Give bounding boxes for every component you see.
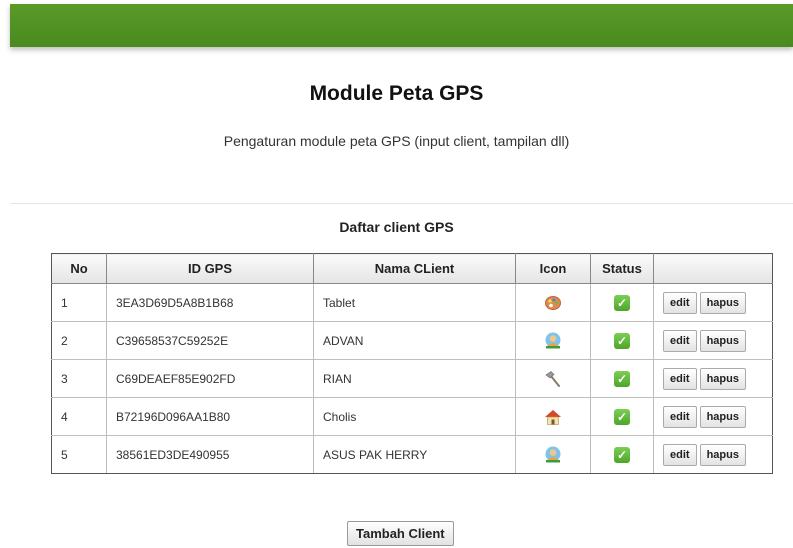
table-caption: Daftar client GPS — [339, 219, 454, 235]
delete-button[interactable]: hapus — [699, 291, 746, 314]
column-header-client-name: Nama CLient — [313, 253, 516, 284]
row-client-name: RIAN — [313, 359, 516, 398]
edit-button[interactable]: edit — [663, 329, 697, 352]
check-icon: ✓ — [614, 446, 630, 463]
row-id-gps: C39658537C59252E — [106, 321, 314, 360]
check-icon: ✓ — [614, 408, 630, 425]
row-actions: edit hapus — [653, 397, 773, 436]
check-icon: ✓ — [614, 370, 630, 387]
check-icon: ✓ — [614, 294, 630, 311]
row-icon-cell — [515, 321, 591, 360]
user-icon — [545, 332, 561, 349]
row-actions: edit hapus — [653, 435, 773, 474]
top-header-bar — [10, 4, 793, 47]
table-header-row: No ID GPS Nama CLient Icon Status — [51, 253, 773, 284]
table-row: 4 B72196D096AA1B80 Cholis ✓ edit hapus — [51, 397, 773, 436]
row-actions: edit hapus — [653, 359, 773, 398]
row-number: 4 — [51, 397, 107, 436]
row-status-cell: ✓ — [590, 435, 654, 474]
row-number: 1 — [51, 283, 107, 322]
hammer-icon — [545, 370, 560, 387]
row-icon-cell — [515, 435, 591, 474]
row-actions: edit hapus — [653, 321, 773, 360]
page-title: Module Peta GPS — [309, 82, 484, 105]
client-table: No ID GPS Nama CLient Icon Status 1 3EA3… — [51, 253, 773, 474]
row-actions: edit hapus — [653, 283, 773, 322]
row-number: 2 — [51, 321, 107, 360]
row-client-name: ADVAN — [313, 321, 516, 360]
row-number: 3 — [51, 359, 107, 398]
column-header-status: Status — [590, 253, 654, 284]
row-icon-cell — [515, 397, 591, 436]
palette-icon — [545, 295, 561, 310]
column-header-id-gps: ID GPS — [106, 253, 314, 284]
table-row: 1 3EA3D69D5A8B1B68 Tablet ✓ edit hapus — [51, 283, 773, 322]
table-row: 5 38561ED3DE490955 ASUS PAK HERRY ✓ edit… — [51, 435, 773, 474]
table-row: 2 C39658537C59252E ADVAN ✓ edit hapus — [51, 321, 773, 360]
row-status-cell: ✓ — [590, 397, 654, 436]
row-id-gps: C69DEAEF85E902FD — [106, 359, 314, 398]
edit-button[interactable]: edit — [663, 405, 697, 428]
page-subtitle: Pengaturan module peta GPS (input client… — [223, 133, 570, 149]
row-icon-cell — [515, 359, 591, 398]
edit-button[interactable]: edit — [663, 443, 697, 466]
delete-button[interactable]: hapus — [699, 405, 746, 428]
edit-button[interactable]: edit — [663, 291, 697, 314]
row-number: 5 — [51, 435, 107, 474]
row-id-gps: B72196D096AA1B80 — [106, 397, 314, 436]
column-header-no: No — [51, 253, 107, 284]
column-header-actions — [653, 253, 773, 284]
home-icon — [545, 409, 561, 425]
delete-button[interactable]: hapus — [699, 329, 746, 352]
row-id-gps: 38561ED3DE490955 — [106, 435, 314, 474]
edit-button[interactable]: edit — [663, 367, 697, 390]
row-status-cell: ✓ — [590, 321, 654, 360]
row-status-cell: ✓ — [590, 283, 654, 322]
table-row: 3 C69DEAEF85E902FD RIAN ✓ edit hapus — [51, 359, 773, 398]
user-icon — [545, 446, 561, 463]
row-id-gps: 3EA3D69D5A8B1B68 — [106, 283, 314, 322]
section-divider — [10, 203, 793, 204]
row-client-name: Cholis — [313, 397, 516, 436]
column-header-icon: Icon — [515, 253, 591, 284]
row-client-name: Tablet — [313, 283, 516, 322]
row-status-cell: ✓ — [590, 359, 654, 398]
check-icon: ✓ — [614, 332, 630, 349]
row-client-name: ASUS PAK HERRY — [313, 435, 516, 474]
delete-button[interactable]: hapus — [699, 367, 746, 390]
add-client-button[interactable]: Tambah Client — [347, 521, 454, 546]
delete-button[interactable]: hapus — [699, 443, 746, 466]
row-icon-cell — [515, 283, 591, 322]
